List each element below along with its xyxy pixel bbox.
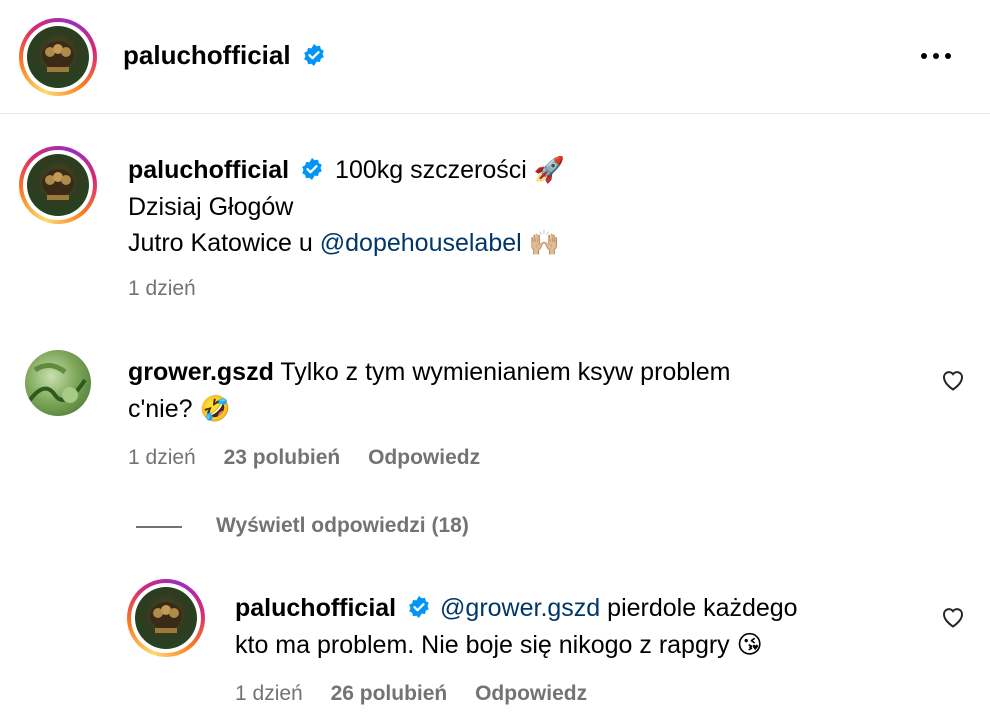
verified-badge-icon	[304, 44, 324, 67]
caption-story-ring[interactable]	[19, 146, 97, 224]
replies-divider	[136, 526, 182, 528]
verified-badge-icon	[302, 158, 322, 181]
reply-like-heart-icon[interactable]	[941, 606, 965, 628]
comment-text-1: Tylko z tym wymienianiem ksyw problem	[280, 358, 731, 386]
commenter-avatar[interactable]	[25, 350, 91, 416]
reply-reply-button[interactable]: Odpowiedz	[475, 682, 587, 705]
reply-avatar	[135, 587, 197, 649]
reply-meta: 1 dzień 26 polubień Odpowiedz	[235, 682, 587, 706]
header-username[interactable]: paluchofficial	[123, 40, 291, 70]
header-username-row[interactable]: paluchofficial	[123, 38, 326, 72]
caption-line-1: paluchofficial 100kg szczerości 🚀	[128, 152, 565, 188]
caption-text-3: Jutro Katowice u	[128, 229, 320, 257]
reply-username[interactable]: paluchofficial	[235, 594, 396, 622]
more-horizontal-icon[interactable]	[918, 47, 954, 65]
reply-text-2: kto ma problem. Nie boje się nikogo z ra…	[235, 631, 730, 659]
comment-meta: 1 dzień 23 polubień Odpowiedz	[128, 446, 480, 470]
reply-line-2: kto ma problem. Nie boje się nikogo z ra…	[235, 627, 763, 663]
reply-likes[interactable]: 26 polubień	[331, 682, 448, 705]
caption-text-2: Dzisiaj Głogów	[128, 193, 294, 221]
caption-timestamp[interactable]: 1 dzień	[128, 277, 196, 301]
comment-line-1: grower.gszd Tylko z tym wymienianiem ksy…	[128, 354, 731, 390]
reply-story-ring[interactable]	[127, 579, 205, 657]
caption-text-1: 100kg szczerości	[335, 156, 527, 184]
kiss-emoji-icon: 😘	[736, 631, 763, 659]
raised-hands-emoji-icon: 🙌🏼	[528, 229, 560, 257]
rofl-emoji-icon: 🤣	[199, 395, 231, 423]
reply-mention-link[interactable]: @grower.gszd	[440, 594, 600, 622]
caption-username[interactable]: paluchofficial	[128, 156, 289, 184]
verified-badge-icon	[409, 596, 429, 619]
comment-likes[interactable]: 23 polubień	[224, 446, 341, 469]
like-heart-icon[interactable]	[941, 369, 965, 391]
rocket-emoji-icon: 🚀	[533, 156, 565, 184]
avatar	[27, 26, 89, 88]
caption-line-3: Jutro Katowice u @dopehouselabel 🙌🏼	[128, 225, 560, 261]
comment-reply-button[interactable]: Odpowiedz	[368, 446, 480, 469]
comment-username[interactable]: grower.gszd	[128, 358, 274, 386]
comment-line-2: c'nie? 🤣	[128, 391, 231, 427]
post-header: paluchofficial	[0, 0, 990, 114]
story-ring[interactable]	[19, 18, 97, 96]
mention-link[interactable]: @dopehouselabel	[320, 229, 522, 257]
comment-text-2: c'nie?	[128, 395, 193, 423]
view-replies-button[interactable]: Wyświetl odpowiedzi (18)	[216, 514, 469, 538]
reply-text-1: pierdole każdego	[600, 594, 798, 622]
reply-line-1: paluchofficial @grower.gszd pierdole każ…	[235, 590, 798, 626]
caption-avatar	[27, 154, 89, 216]
reply-timestamp[interactable]: 1 dzień	[235, 682, 303, 705]
comment-timestamp[interactable]: 1 dzień	[128, 446, 196, 469]
